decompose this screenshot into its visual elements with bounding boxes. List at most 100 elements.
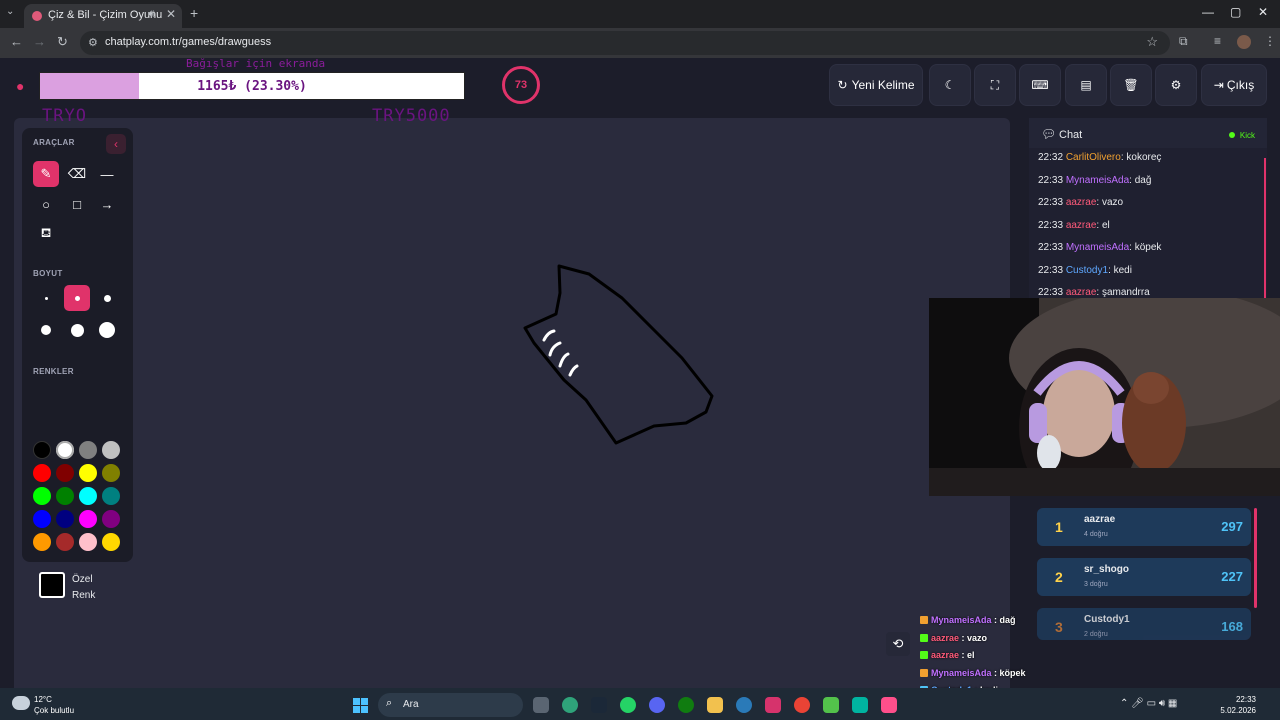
- reading-list-icon[interactable]: ≡: [1214, 34, 1221, 48]
- file-explorer-icon[interactable]: [707, 697, 723, 713]
- discord-icon[interactable]: [649, 697, 665, 713]
- drawing-canvas[interactable]: [14, 118, 1010, 688]
- color-swatch[interactable]: [33, 487, 51, 505]
- start-button[interactable]: [353, 698, 369, 714]
- bookmark-star-icon[interactable]: ☆: [1146, 34, 1158, 50]
- circle-tool[interactable]: ○: [33, 191, 59, 217]
- taskbar-search[interactable]: ⌕ Ara: [378, 693, 523, 717]
- site-info-icon[interactable]: ⚙︎: [88, 36, 98, 49]
- brush-size-6[interactable]: [94, 317, 120, 343]
- user-badge-icon: [920, 633, 928, 642]
- color-swatch[interactable]: [56, 487, 74, 505]
- brush-size-5[interactable]: [64, 317, 90, 343]
- new-tab-icon[interactable]: +: [190, 5, 198, 21]
- exit-button[interactable]: ⇥ Çıkış: [1201, 64, 1267, 106]
- color-swatch[interactable]: [102, 487, 120, 505]
- color-swatch[interactable]: [102, 533, 120, 551]
- app-icon[interactable]: [852, 697, 868, 713]
- chat-message-text: : şamandrra: [1096, 287, 1150, 298]
- audio-playing-icon[interactable]: 🔊︎: [148, 8, 155, 21]
- collapse-panel-button[interactable]: ‹: [106, 134, 126, 154]
- leaderboard-scrollbar[interactable]: [1254, 508, 1257, 608]
- color-swatch[interactable]: [79, 510, 97, 528]
- brush-size-3[interactable]: [94, 285, 120, 311]
- arrow-tool[interactable]: →: [94, 191, 120, 217]
- pencil-tool[interactable]: ✎: [33, 161, 59, 187]
- chat-message-user[interactable]: MynameisAda: [1066, 242, 1129, 253]
- maximize-window-icon[interactable]: ▢: [1230, 5, 1241, 19]
- extensions-icon[interactable]: ⧉: [1179, 34, 1188, 49]
- chat-message-user[interactable]: MynameisAda: [1066, 175, 1129, 186]
- color-swatch[interactable]: [102, 441, 120, 459]
- chat-message-user[interactable]: aazrae: [1066, 197, 1097, 208]
- profile-avatar[interactable]: [1237, 35, 1251, 49]
- tools-section-title: ARAÇLAR: [33, 138, 75, 147]
- browser-tab[interactable]: Çiz & Bil - Çizim Oyunu 🔊︎ ✕: [24, 4, 182, 28]
- app-icon[interactable]: [881, 697, 897, 713]
- close-tab-icon[interactable]: ✕: [166, 7, 176, 21]
- xbox-icon[interactable]: [678, 697, 694, 713]
- color-swatch[interactable]: [33, 441, 51, 459]
- clock-time[interactable]: 22:33: [1226, 695, 1256, 704]
- weather-temperature[interactable]: 12°C: [34, 695, 52, 704]
- dark-mode-button[interactable]: ☾: [929, 64, 971, 106]
- eraser-icon: ⌫: [67, 166, 87, 181]
- cloud-icon: [12, 696, 30, 710]
- system-tray-icons[interactable]: ⌃ 🎤︎ ▭ 🔊︎ ▦: [1120, 698, 1177, 709]
- chat-message-user[interactable]: aazrae: [1066, 220, 1097, 231]
- clock-date[interactable]: 5.02.2026: [1212, 706, 1256, 715]
- edge-icon[interactable]: [562, 697, 578, 713]
- chat-scrollbar[interactable]: [1264, 158, 1266, 298]
- site-logo-icon[interactable]: ●: [16, 78, 24, 94]
- color-swatch[interactable]: [102, 464, 120, 482]
- reload-icon[interactable]: ↻: [57, 34, 68, 50]
- tab-search-icon[interactable]: ⌄: [6, 6, 14, 17]
- brush-size-1[interactable]: [33, 285, 59, 311]
- overlay-chat-text: : dağ: [991, 615, 1016, 625]
- color-swatch[interactable]: [79, 441, 97, 459]
- brush-size-4[interactable]: [33, 317, 59, 343]
- browser-menu-icon[interactable]: ⋮: [1264, 34, 1276, 48]
- custom-color-label[interactable]: Özel Renk: [72, 572, 112, 604]
- eraser-tool[interactable]: ⌫: [64, 161, 90, 187]
- new-word-button[interactable]: ↻ Yeni Kelime: [829, 64, 923, 106]
- fullscreen-button[interactable]: ⛶: [974, 64, 1016, 106]
- color-swatch[interactable]: [79, 487, 97, 505]
- color-swatch[interactable]: [56, 533, 74, 551]
- color-swatch[interactable]: [56, 464, 74, 482]
- address-bar[interactable]: ⚙︎ chatplay.com.tr/games/drawguess ☆: [80, 31, 1170, 55]
- line-tool[interactable]: —: [94, 161, 120, 187]
- settings-button[interactable]: ⚙︎: [1155, 64, 1197, 106]
- chat-message-user[interactable]: aazrae: [1066, 287, 1097, 298]
- clear-canvas-button[interactable]: 🗑︎: [1110, 64, 1152, 106]
- app-icon[interactable]: [823, 697, 839, 713]
- back-icon[interactable]: ←: [10, 34, 23, 49]
- color-swatch[interactable]: [79, 533, 97, 551]
- forward-icon[interactable]: →: [33, 34, 46, 49]
- weather-description[interactable]: Çok bulutlu: [34, 706, 74, 715]
- color-swatch[interactable]: [102, 510, 120, 528]
- undo-button[interactable]: ⟲: [886, 632, 910, 656]
- brush-size-2[interactable]: [64, 285, 90, 311]
- instagram-icon[interactable]: [765, 697, 781, 713]
- color-swatch[interactable]: [79, 464, 97, 482]
- close-window-icon[interactable]: ✕: [1258, 5, 1268, 19]
- minimize-window-icon[interactable]: —: [1202, 5, 1214, 19]
- whatsapp-icon[interactable]: [620, 697, 636, 713]
- keyboard-button[interactable]: ⌨: [1019, 64, 1061, 106]
- chat-message-user[interactable]: Custody1: [1066, 265, 1108, 276]
- color-swatch[interactable]: [33, 533, 51, 551]
- rectangle-tool[interactable]: □: [64, 191, 90, 217]
- color-swatch[interactable]: [56, 510, 74, 528]
- color-swatch[interactable]: [56, 441, 74, 459]
- color-swatch[interactable]: [33, 464, 51, 482]
- fill-tool[interactable]: ⛾: [33, 221, 59, 247]
- chrome-icon[interactable]: [794, 697, 810, 713]
- custom-color-swatch[interactable]: [39, 572, 65, 598]
- edge-browser-icon[interactable]: [736, 697, 752, 713]
- steam-icon[interactable]: [591, 697, 607, 713]
- color-swatch[interactable]: [33, 510, 51, 528]
- task-view-icon[interactable]: [533, 697, 549, 713]
- chat-message-user[interactable]: CarlitOlivero: [1066, 152, 1121, 163]
- archive-button[interactable]: ▤: [1065, 64, 1107, 106]
